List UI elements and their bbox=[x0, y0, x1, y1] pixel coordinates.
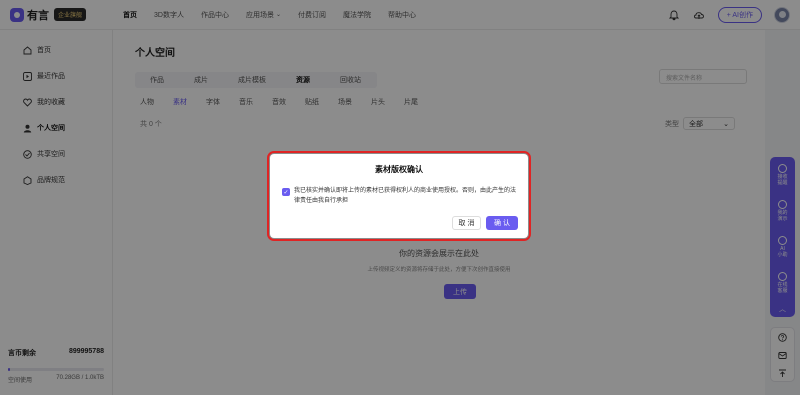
agree-checkbox[interactable]: ✓ bbox=[282, 188, 290, 196]
cancel-button[interactable]: 取 消 bbox=[452, 216, 481, 230]
confirm-button[interactable]: 确 认 bbox=[486, 216, 518, 230]
copyright-confirm-dialog: 素材版权确认 ✓ 我已核实并确认即将上传的素材已获得权利人的商业使用授权。否则，… bbox=[267, 151, 531, 241]
dialog-title: 素材版权确认 bbox=[375, 165, 423, 174]
dialog-message: 我已核实并确认即将上传的素材已获得权利人的商业使用授权。否则，由此产生的法律责任… bbox=[294, 188, 517, 204]
